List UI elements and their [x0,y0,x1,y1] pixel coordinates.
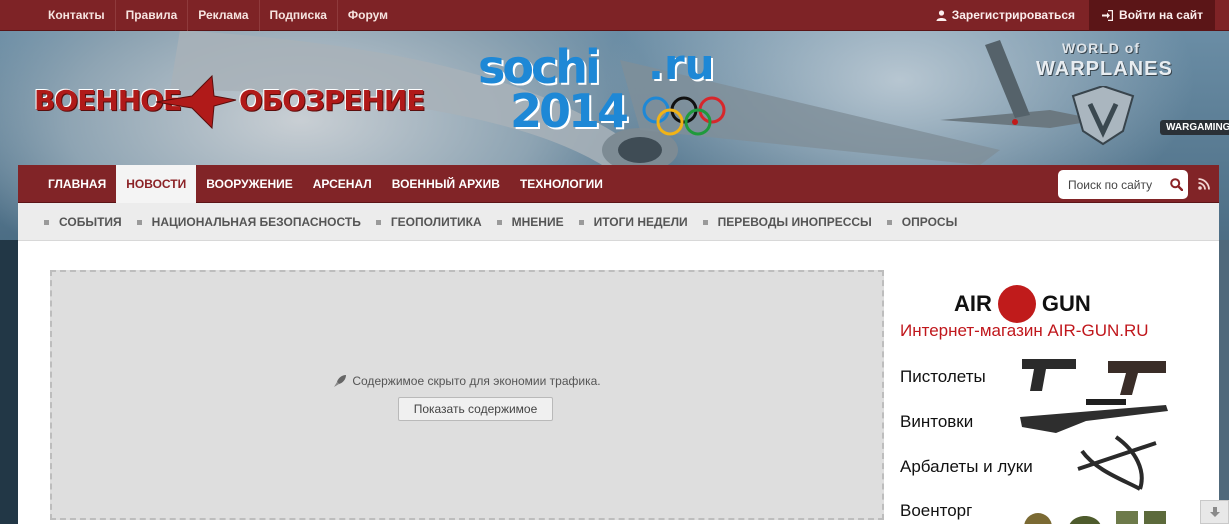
fighter-jet-icon [155,74,237,130]
subnav-label: ПЕРЕВОДЫ ИНОПРЕССЫ [717,215,872,229]
bullet [702,219,708,225]
sub-nav-items: СОБЫТИЯ НАЦИОНАЛЬНАЯ БЕЗОПАСНОСТЬ ГЕОПОЛ… [44,203,972,241]
subnav-item-geopolitics[interactable]: ГЕОПОЛИТИКА [375,203,497,241]
subnav-item-national-security[interactable]: НАЦИОНАЛЬНАЯ БЕЗОПАСНОСТЬ [136,203,376,241]
subnav-item-events[interactable]: СОБЫТИЯ [44,203,137,241]
top-link-forum[interactable]: Форум [336,0,398,31]
helmet-icon [1069,516,1101,524]
subnav-item-opinion[interactable]: МНЕНИЕ [496,203,579,241]
bullet [496,219,502,225]
ad-category-military-shop[interactable]: Военторг [900,501,972,521]
wowp-emblem-icon [1071,86,1135,146]
show-content-button[interactable]: Показать содержимое [398,397,553,421]
arrow-down-icon [1209,507,1220,517]
olympic-rings-icon [642,96,726,136]
nav-item-weapons[interactable]: ВООРУЖЕНИЕ [196,165,303,203]
nav-item-home[interactable]: ГЛАВНАЯ [38,165,116,203]
rss-link[interactable] [1198,177,1210,195]
subnav-item-week-results[interactable]: ИТОГИ НЕДЕЛИ [578,203,703,241]
pistol-icon [1022,359,1076,391]
subnav-item-foreign-press[interactable]: ПЕРЕВОДЫ ИНОПРЕССЫ [702,203,887,241]
bullet [375,219,381,225]
air-gun-advertisement[interactable]: AIR GUN Интернет-магазин AIR-GUN.RU Пист… [884,269,1182,524]
ad-product-images [1020,359,1168,524]
login-label: Войти на сайт [1119,8,1203,22]
top-links: Контакты Правила Реклама Подписка Форум [38,0,398,31]
search-box[interactable]: Поиск по сайту [1058,170,1188,199]
search-button[interactable] [1164,178,1188,191]
rocket-icon [334,375,347,387]
ad-category-pistols[interactable]: Пистолеты [900,367,986,387]
top-utility-bar: Контакты Правила Реклама Подписка Форум … [0,0,1229,31]
register-link[interactable]: Зарегистрироваться [922,0,1089,31]
wowp-line-1: WORLD of [1062,40,1140,56]
nav-item-military-archive[interactable]: ВОЕННЫЙ АРХИВ [382,165,510,203]
ad-category-crossbows[interactable]: Арбалеты и луки [900,457,1033,477]
main-nav-items: ГЛАВНАЯ НОВОСТИ ВООРУЖЕНИЕ АРСЕНАЛ ВОЕНН… [38,165,613,203]
bullet [578,219,584,225]
ad-tagline: Интернет-магазин AIR-GUN.RU [900,321,1149,340]
logo-word-2: ОБОЗРЕНИЕ [239,84,425,117]
main-navigation: ГЛАВНАЯ НОВОСТИ ВООРУЖЕНИЕ АРСЕНАЛ ВОЕНН… [18,165,1219,203]
sub-navigation: СОБЫТИЯ НАЦИОНАЛЬНАЯ БЕЗОПАСНОСТЬ ГЕОПОЛ… [18,203,1219,241]
hidden-message-text: Содержимое скрыто для экономии трафика. [352,374,601,388]
sochi-year: 2014 [510,84,629,138]
subnav-label: НАЦИОНАЛЬНАЯ БЕЗОПАСНОСТЬ [151,215,361,229]
bullet [44,219,49,225]
login-button[interactable]: Войти на сайт [1089,0,1215,31]
hidden-content-placeholder: Содержимое скрыто для экономии трафика. … [50,270,884,520]
nav-item-arsenal[interactable]: АРСЕНАЛ [303,165,382,203]
eagle-logo-icon [997,285,1036,323]
register-label: Зарегистрироваться [951,8,1076,22]
sochi-ru: .ru [648,40,715,89]
wowp-line-2: WARPLANES [1036,58,1173,80]
rss-icon [1198,178,1210,190]
hidden-content-message: Содержимое скрыто для экономии трафика. [52,374,882,388]
subnav-label: ИТОГИ НЕДЕЛИ [593,215,688,229]
top-link-subscribe[interactable]: Подписка [258,0,337,31]
subnav-label: СОБЫТИЯ [59,215,122,229]
ad-brand-left: AIR [954,291,992,316]
auth-links: Зарегистрироваться Войти на сайт [922,0,1215,31]
sochi-2014-banner[interactable]: sochi .ru 2014 [478,38,748,138]
top-link-ads[interactable]: Реклама [187,0,258,31]
bullet [136,219,142,225]
nav-item-news[interactable]: НОВОСТИ [116,165,197,203]
top-link-rules[interactable]: Правила [114,0,188,31]
nav-item-technology[interactable]: ТЕХНОЛОГИИ [510,165,613,203]
camo-jacket-icon [1144,511,1166,524]
sign-in-icon [1102,10,1114,21]
ad-brand-right: GUN [1041,291,1091,316]
subnav-label: МНЕНИЕ [511,215,564,229]
wargaming-badge: WARGAMING [1160,120,1229,135]
crossbow-icon [1077,435,1157,491]
site-logo[interactable]: ВОЕННОЕ ОБОЗРЕНИЕ [34,72,425,132]
camo-jacket-icon [1116,511,1138,524]
user-icon [936,10,947,21]
subnav-label: ГЕОПОЛИТИКА [390,215,482,229]
subnav-label: ОПРОСЫ [901,215,958,229]
top-link-contacts[interactable]: Контакты [38,0,115,31]
bullet [886,219,892,225]
ad-brand: AIR GUN [954,285,1091,323]
backpack-icon [1024,513,1052,524]
rifle-icon [1020,405,1168,433]
ad-category-rifles[interactable]: Винтовки [900,412,973,432]
search-icon [1169,178,1183,191]
pistol-icon [1108,361,1166,395]
scroll-down-button[interactable] [1200,500,1229,524]
search-input[interactable]: Поиск по сайту [1068,178,1164,192]
subnav-item-polls[interactable]: ОПРОСЫ [886,203,973,241]
world-of-warplanes-banner[interactable]: WORLD of WARPLANES WARGAMING [1030,36,1229,161]
